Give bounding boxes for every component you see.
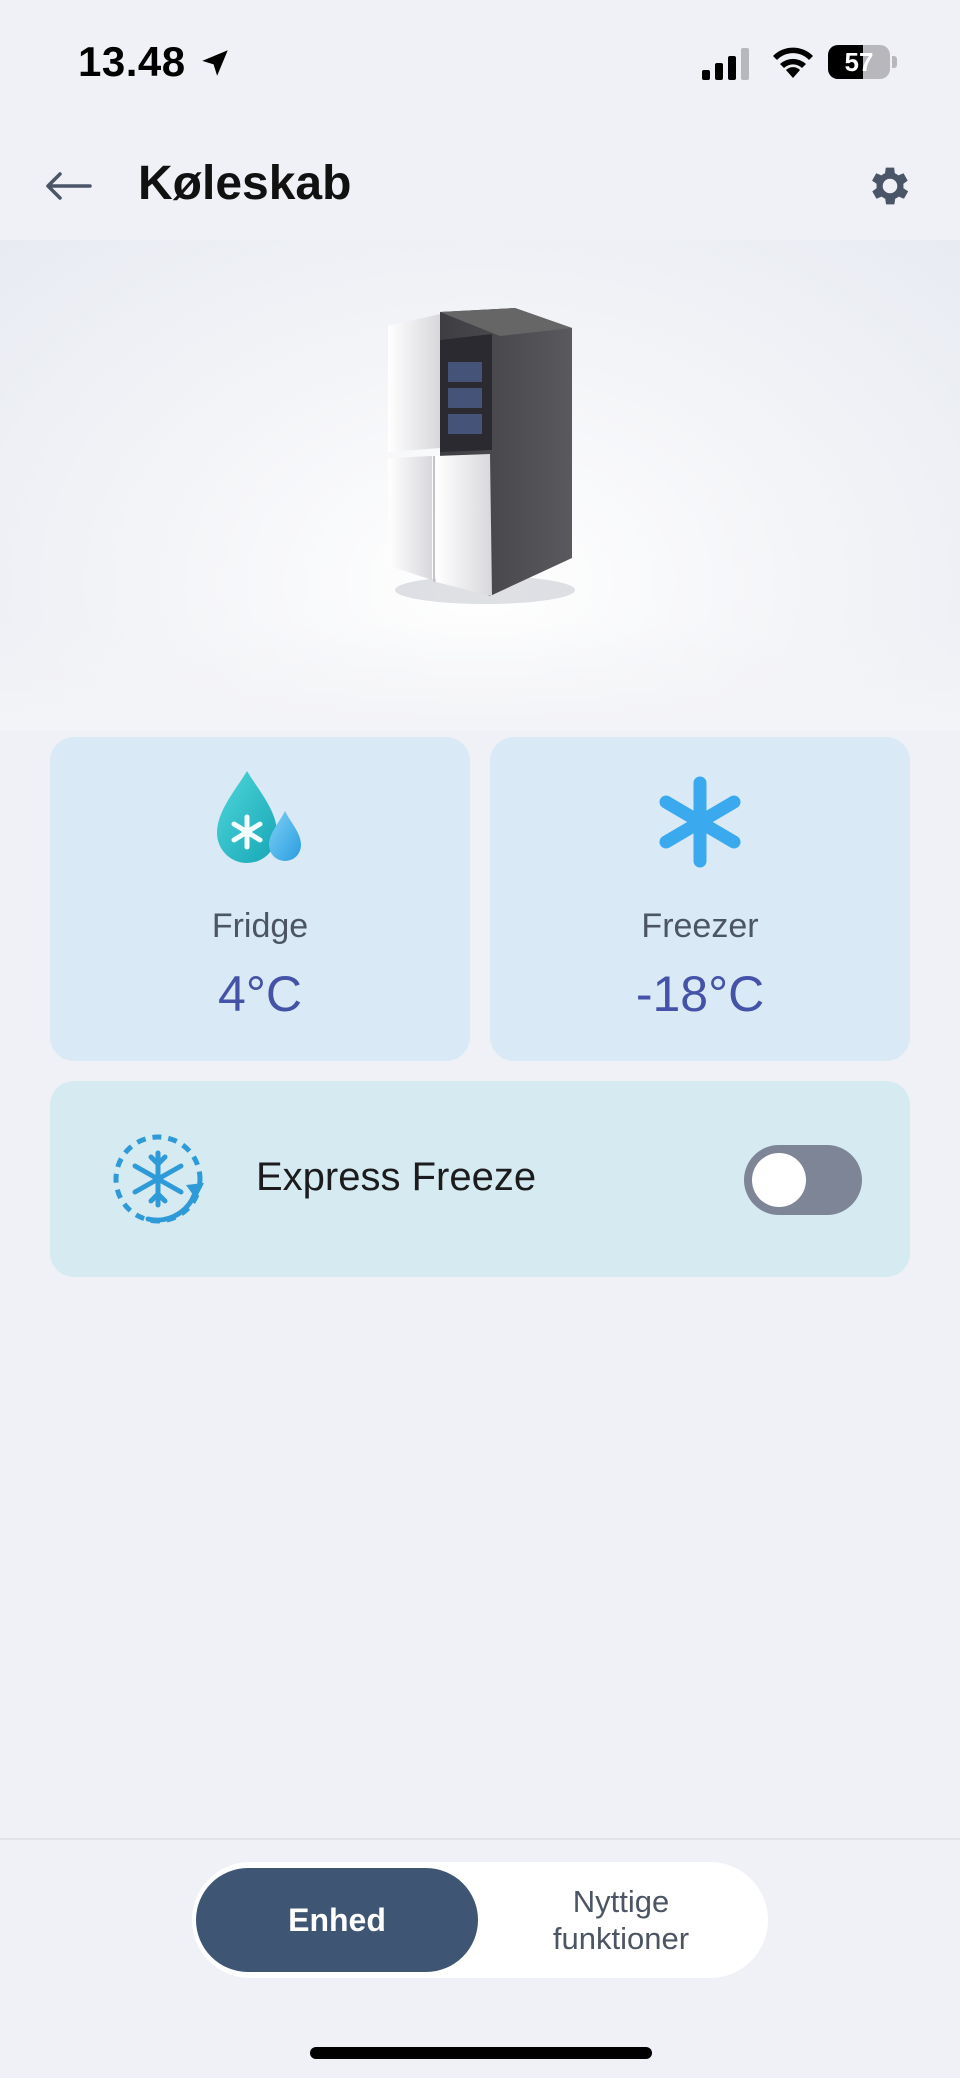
freezer-tile[interactable]: Freezer -18°C xyxy=(490,737,910,1061)
home-indicator xyxy=(310,2047,652,2059)
hero-floor-fade xyxy=(0,620,960,730)
snowflake-icon xyxy=(659,776,741,868)
toggle-knob xyxy=(752,1153,806,1207)
battery-level-text: 57 xyxy=(844,47,874,77)
battery-body: 57 xyxy=(828,45,890,79)
water-drop-snowflake-icon xyxy=(217,771,301,863)
status-time: 13.48 xyxy=(78,38,186,85)
tab-nyttige-label-line1: Nyttige xyxy=(572,1884,670,1919)
tab-nyttige-funktioner[interactable]: Nyttige funktioner xyxy=(478,1868,764,1972)
battery-icon: 57 xyxy=(828,45,897,79)
status-bar: 13.48 57 xyxy=(0,0,960,130)
express-freeze-icon xyxy=(113,1134,204,1224)
express-freeze-card: Express Freeze xyxy=(50,1081,910,1277)
bottom-bar: Enhed Nyttige funktioner xyxy=(0,1838,960,2078)
battery-cap xyxy=(892,56,897,68)
fridge-label: Fridge xyxy=(211,907,309,945)
freezer-temperature: -18°C xyxy=(635,966,765,1022)
fridge-tile[interactable]: Fridge 4°C xyxy=(50,737,470,1061)
tab-enhed-label: Enhed xyxy=(288,1901,386,1938)
freezer-label: Freezer xyxy=(641,907,759,945)
tab-enhed[interactable]: Enhed xyxy=(196,1868,478,1972)
segmented-control: Enhed Nyttige funktioner xyxy=(192,1862,768,1978)
gear-icon xyxy=(872,167,909,205)
arrow-left-icon xyxy=(46,172,92,200)
fridge-temperature: 4°C xyxy=(218,966,302,1022)
settings-button[interactable] xyxy=(862,158,918,214)
cellular-signal-icon xyxy=(702,48,749,80)
express-freeze-label: Express Freeze xyxy=(256,1155,537,1199)
express-freeze-toggle[interactable] xyxy=(744,1145,862,1215)
wifi-icon xyxy=(773,47,813,78)
tab-nyttige-label-line2: funktioner xyxy=(552,1921,690,1956)
refrigerator-illustration xyxy=(388,308,575,604)
location-arrow-icon xyxy=(202,50,228,76)
page-title: Køleskab xyxy=(138,157,352,210)
back-button[interactable] xyxy=(40,158,96,214)
